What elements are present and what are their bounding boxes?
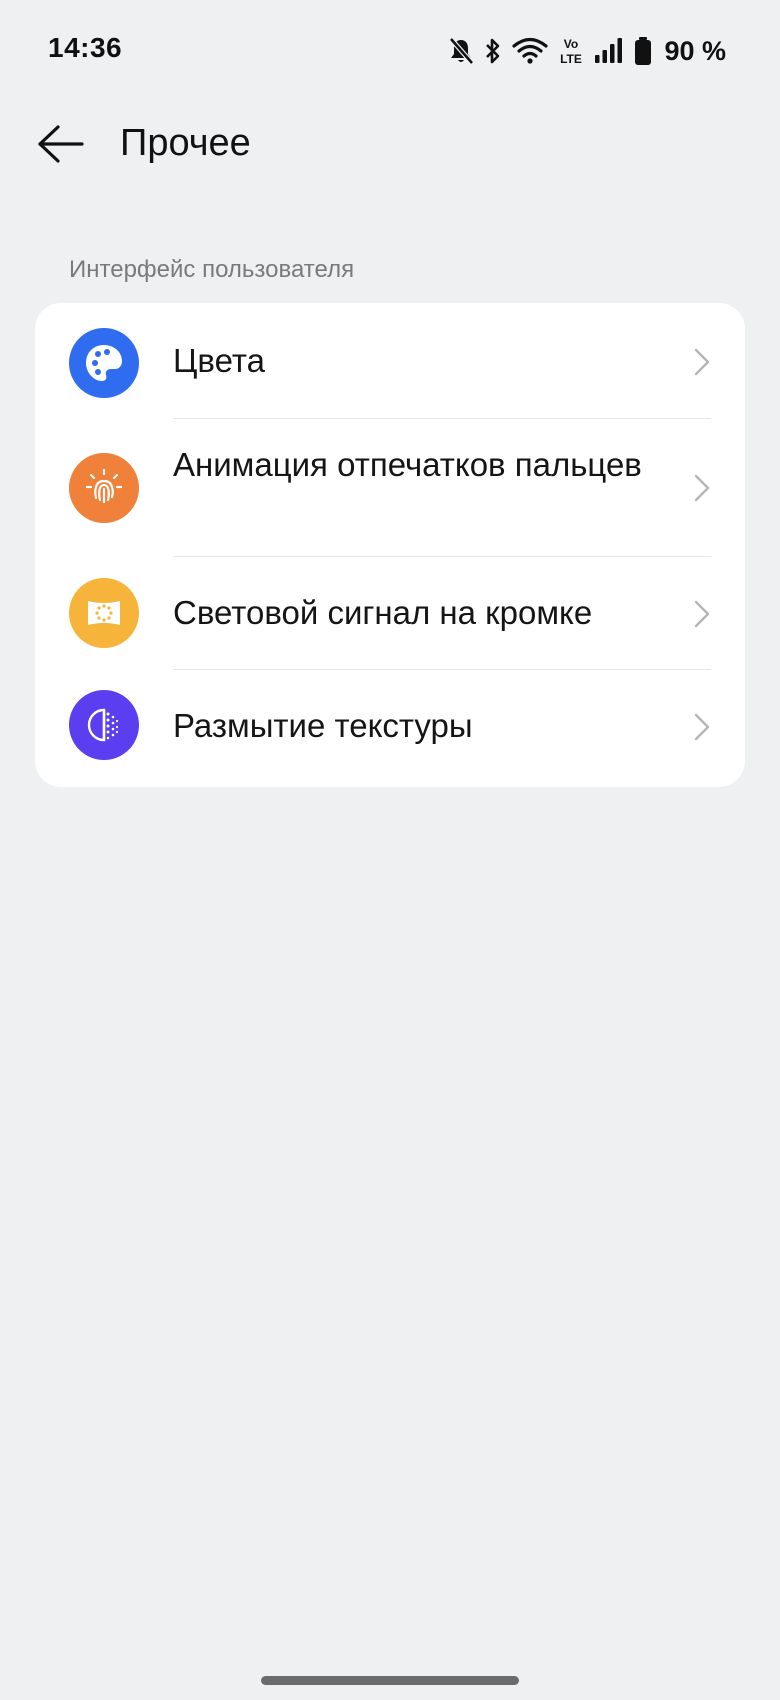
section-label: Интерфейс пользователя [69,256,355,283]
volte-bottom-text: LTE [561,52,583,66]
battery-percentage: 90 % [664,35,726,66]
page-title: Прочее [120,122,251,164]
list-item-fingerprint-animation[interactable]: Анимация отпечатков пальцев [35,419,745,557]
list-item-label: Цвета [173,342,265,379]
arrow-left-icon [38,125,84,163]
chevron-right-icon [694,348,710,376]
list-item-colors[interactable]: Цвета [35,303,745,419]
list-item-texture-blur[interactable]: Размытие текстуры [35,670,745,787]
edge-light-icon [69,578,139,648]
volte-top-text: Vo [564,37,578,51]
chevron-right-icon [694,600,710,628]
status-icons: Vo LTE 90 % [448,34,726,68]
settings-card: Цвета Анимация отпечатков пальцев Светов… [35,303,745,787]
bluetooth-icon [484,37,502,65]
fingerprint-icon [69,453,139,523]
wifi-icon [512,37,549,65]
status-time: 14:36 [48,32,123,63]
volte-icon: Vo LTE [558,36,584,66]
list-item-label: Световой сигнал на кромке [173,594,593,631]
battery-icon [634,36,652,66]
chevron-right-icon [694,474,710,502]
palette-icon [69,328,139,398]
signal-icon [594,37,624,65]
status-bar: 14:36 Vo LTE 90 % [0,0,780,100]
list-item-label: Анимация отпечатков пальцев [173,446,642,483]
home-indicator[interactable] [261,1676,519,1685]
list-item-edge-light[interactable]: Световой сигнал на кромке [35,557,745,670]
texture-blur-icon [69,690,139,760]
chevron-right-icon [694,713,710,741]
header: Прочее [0,110,780,180]
bell-muted-icon [448,37,475,65]
list-item-label: Размытие текстуры [173,707,473,744]
back-button[interactable] [30,118,90,170]
